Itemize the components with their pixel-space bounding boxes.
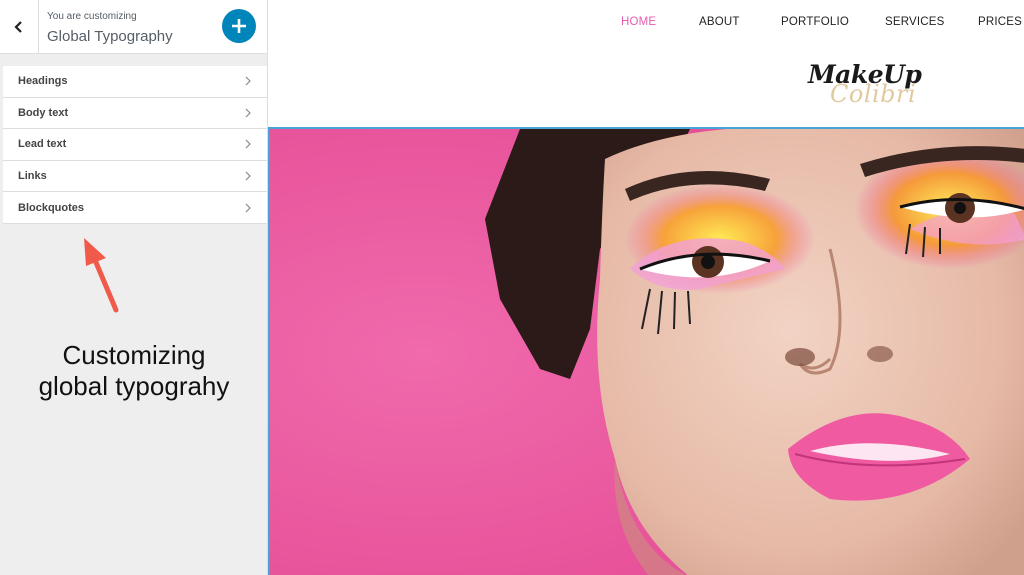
menu-item-body-text[interactable]: Body text	[3, 97, 267, 130]
menu-item-headings[interactable]: Headings	[3, 66, 267, 98]
annotation-arrow-icon	[84, 238, 119, 313]
chevron-right-icon	[245, 140, 251, 149]
logo-line-2: Colibri	[830, 80, 917, 108]
nav-portfolio[interactable]: PORTFOLIO	[781, 16, 849, 28]
menu-item-links[interactable]: Links	[3, 160, 267, 193]
menu-item-label: Headings	[18, 75, 68, 88]
annotation-text: Customizing global typograhy	[0, 340, 268, 402]
site-preview: HOME ABOUT PORTFOLIO SERVICES PRICES Mak…	[268, 0, 1024, 575]
back-button[interactable]	[0, 0, 39, 54]
nav-services[interactable]: SERVICES	[885, 16, 945, 28]
menu-item-label: Lead text	[18, 138, 67, 151]
site-logo[interactable]: MakeUp Colibri	[804, 60, 934, 120]
nav-about[interactable]: ABOUT	[699, 16, 740, 28]
menu-item-label: Body text	[18, 106, 69, 119]
customizing-subtitle: You are customizing	[47, 11, 137, 22]
hero-image	[268, 127, 1024, 575]
menu-item-blockquotes[interactable]: Blockquotes	[3, 192, 267, 224]
menu-item-lead-text[interactable]: Lead text	[3, 129, 267, 161]
chevron-right-icon	[245, 108, 251, 118]
section-title: Global Typography	[47, 28, 173, 45]
chevron-left-icon	[14, 21, 22, 33]
sidebar-header: You are customizing Global Typography	[0, 0, 267, 54]
nav-home[interactable]: HOME	[621, 16, 656, 28]
hero-photo	[270, 129, 1024, 575]
menu-item-label: Links	[18, 170, 47, 183]
typography-menu: Headings Body text Lead text Links Block…	[3, 66, 267, 224]
nav-prices[interactable]: PRICES	[978, 16, 1022, 28]
sidebar-spacer	[0, 54, 267, 66]
chevron-right-icon	[245, 171, 251, 181]
customizer-sidebar: You are customizing Global Typography He…	[0, 0, 268, 575]
plus-icon	[232, 19, 246, 33]
annotation-line-2: global typograhy	[38, 371, 230, 401]
add-button[interactable]	[222, 9, 256, 43]
menu-item-label: Blockquotes	[18, 201, 85, 214]
chevron-right-icon	[245, 76, 251, 86]
chevron-right-icon	[245, 203, 251, 213]
annotation-line-1: Customizing	[62, 340, 206, 370]
site-navigation: HOME ABOUT PORTFOLIO SERVICES PRICES	[268, 0, 1024, 46]
